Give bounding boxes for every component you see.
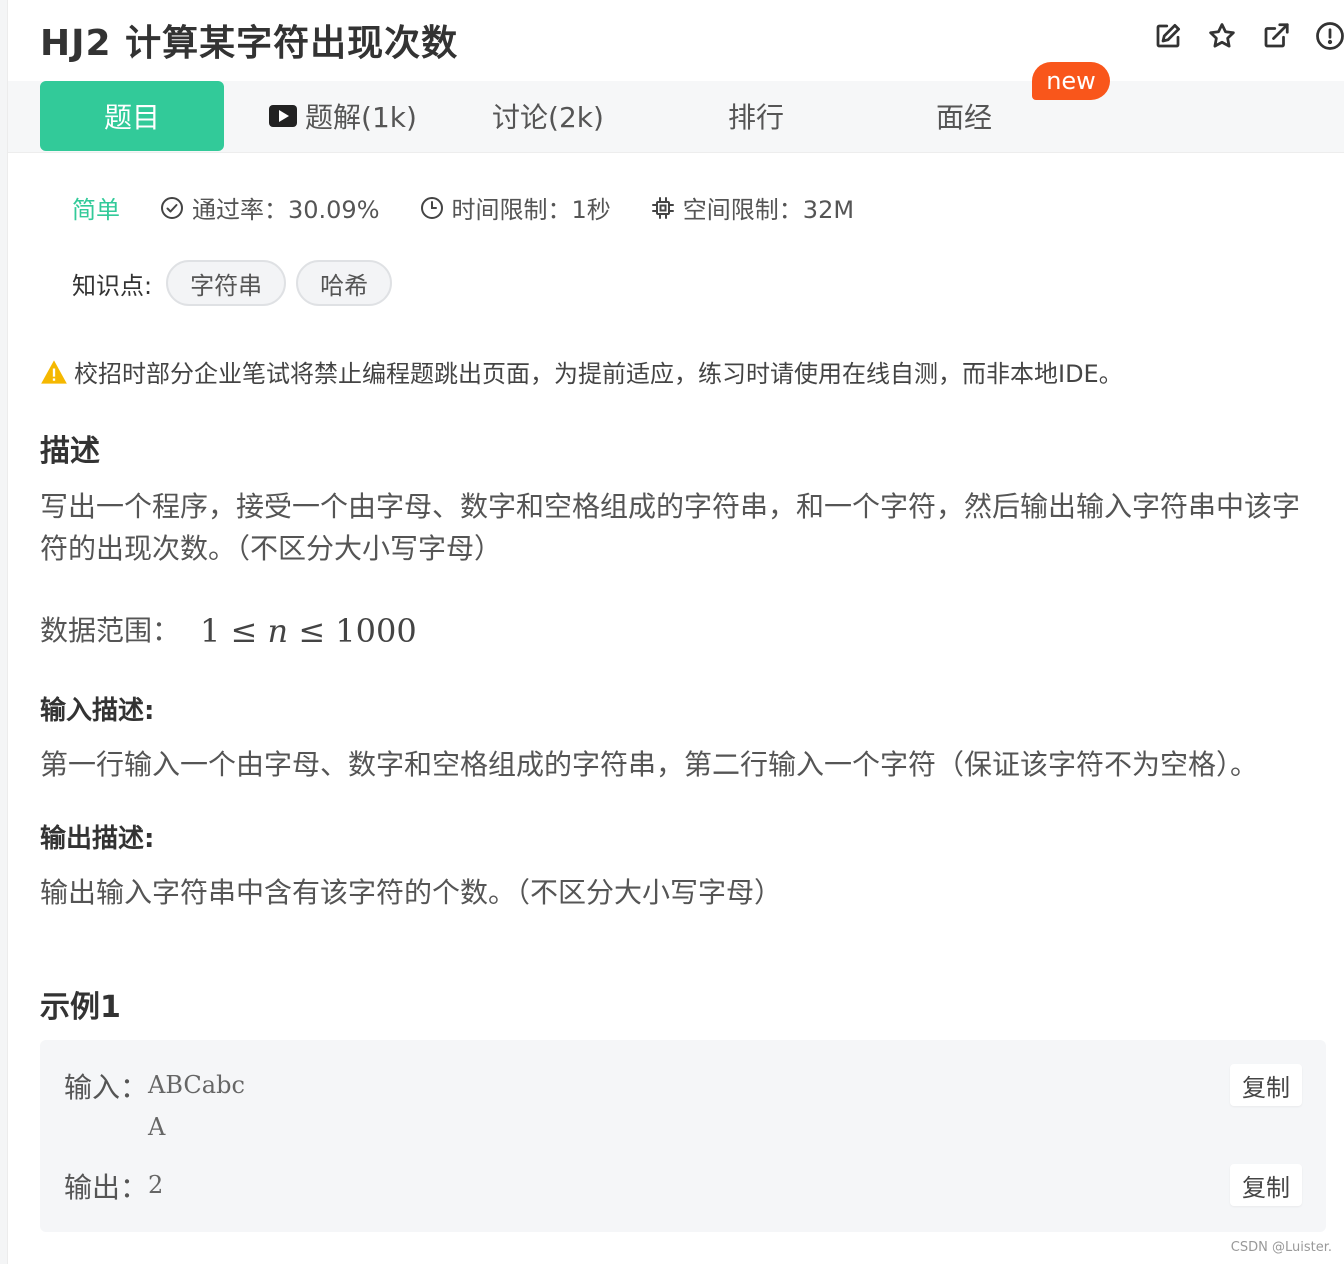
clock-icon	[420, 196, 443, 219]
problem-title: HJ2 计算某字符出现次数	[40, 23, 459, 64]
range-op-2: ≤	[298, 612, 326, 650]
tab-discussion-label: 讨论(2k)	[492, 101, 604, 134]
data-range: 数据范围： 1 ≤ n ≤ 1000	[40, 610, 417, 652]
range-var: n	[267, 612, 289, 650]
tab-ranking[interactable]: 排行	[708, 81, 804, 151]
tab-interviews-label: 面经	[935, 101, 992, 134]
pass-rate: 通过率：30.09%	[160, 190, 380, 225]
example-box: 输入： ABCabc A 复制 输出： 2 复制	[40, 1040, 1326, 1232]
time-limit-text: 时间限制：1秒	[451, 196, 611, 224]
example-heading: 示例1	[40, 990, 121, 1025]
tab-solutions-label: 题解(1k)	[305, 101, 417, 134]
range-low: 1	[200, 612, 221, 650]
example-input-value: ABCabc A	[148, 1071, 245, 1141]
input-desc-heading: 输入描述:	[40, 696, 155, 726]
warning-icon	[41, 359, 67, 384]
copy-input-button[interactable]: 复制	[1230, 1064, 1302, 1106]
tab-interviews[interactable]: 面经	[916, 81, 1012, 151]
header-actions	[1152, 20, 1344, 52]
tab-solutions[interactable]: 题解(1k)	[258, 81, 428, 151]
example-output-value: 2	[148, 1171, 164, 1199]
range-op-1: ≤	[230, 612, 258, 650]
new-badge: new	[1032, 62, 1110, 100]
input-desc-text: 第一行输入一个由字母、数字和空格组成的字符串，第二行输入一个字符（保证该字符不为…	[40, 748, 1259, 781]
watermark: CSDN @Luister.	[1230, 1240, 1332, 1255]
example-output-label: 输出：	[64, 1171, 149, 1204]
tag-string[interactable]: 字符串	[166, 260, 287, 306]
output-desc-text: 输出输入字符串中含有该字符的个数。（不区分大小写字母）	[40, 876, 783, 909]
warning-notice: 校招时部分企业笔试将禁止编程题跳出页面，为提前适应，练习时请使用在线自测，而非本…	[40, 354, 1123, 389]
memory-limit: 空间限制：32M	[651, 190, 854, 225]
tag-hash[interactable]: 哈希	[296, 260, 393, 306]
knowledge-points: 知识点: 字符串 哈希	[72, 260, 393, 306]
output-desc-heading: 输出描述:	[40, 824, 155, 854]
info-icon[interactable]	[1314, 20, 1344, 52]
chip-icon	[651, 196, 674, 219]
warning-text: 校招时部分企业笔试将禁止编程题跳出页面，为提前适应，练习时请使用在线自测，而非本…	[74, 360, 1123, 388]
time-limit: 时间限制：1秒	[420, 190, 611, 225]
memory-limit-text: 空间限制：32M	[682, 196, 855, 224]
pass-rate-text: 通过率：30.09%	[192, 196, 380, 224]
range-high: 1000	[335, 612, 417, 650]
video-icon	[269, 105, 298, 127]
example-input-label: 输入：	[64, 1071, 149, 1104]
star-icon[interactable]	[1206, 20, 1238, 52]
copy-output-button[interactable]: 复制	[1230, 1164, 1302, 1206]
tab-discussion[interactable]: 讨论(2k)	[478, 81, 618, 151]
description-heading: 描述	[40, 434, 100, 469]
edit-icon[interactable]	[1152, 20, 1184, 52]
knowledge-label: 知识点:	[72, 271, 153, 300]
tab-problem[interactable]: 题目	[40, 81, 224, 151]
difficulty-badge: 简单	[72, 196, 120, 224]
left-border	[0, 0, 8, 1264]
check-circle-icon	[161, 196, 183, 219]
tab-bar: 题目 题解(1k) 讨论(2k) 排行 面经	[8, 81, 1344, 153]
share-icon[interactable]	[1260, 20, 1292, 52]
problem-meta: 简单 通过率：30.09% 时间限制：1秒 空间限制：32M	[72, 190, 854, 225]
data-range-formula: 1 ≤ n ≤ 1000	[200, 610, 417, 652]
data-range-label: 数据范围：	[40, 614, 181, 647]
description-text: 写出一个程序，接受一个由字母、数字和空格组成的字符串，和一个字符，然后输出输入字…	[40, 490, 1301, 565]
tab-ranking-label: 排行	[727, 101, 784, 134]
tab-problem-label: 题目	[103, 101, 160, 134]
